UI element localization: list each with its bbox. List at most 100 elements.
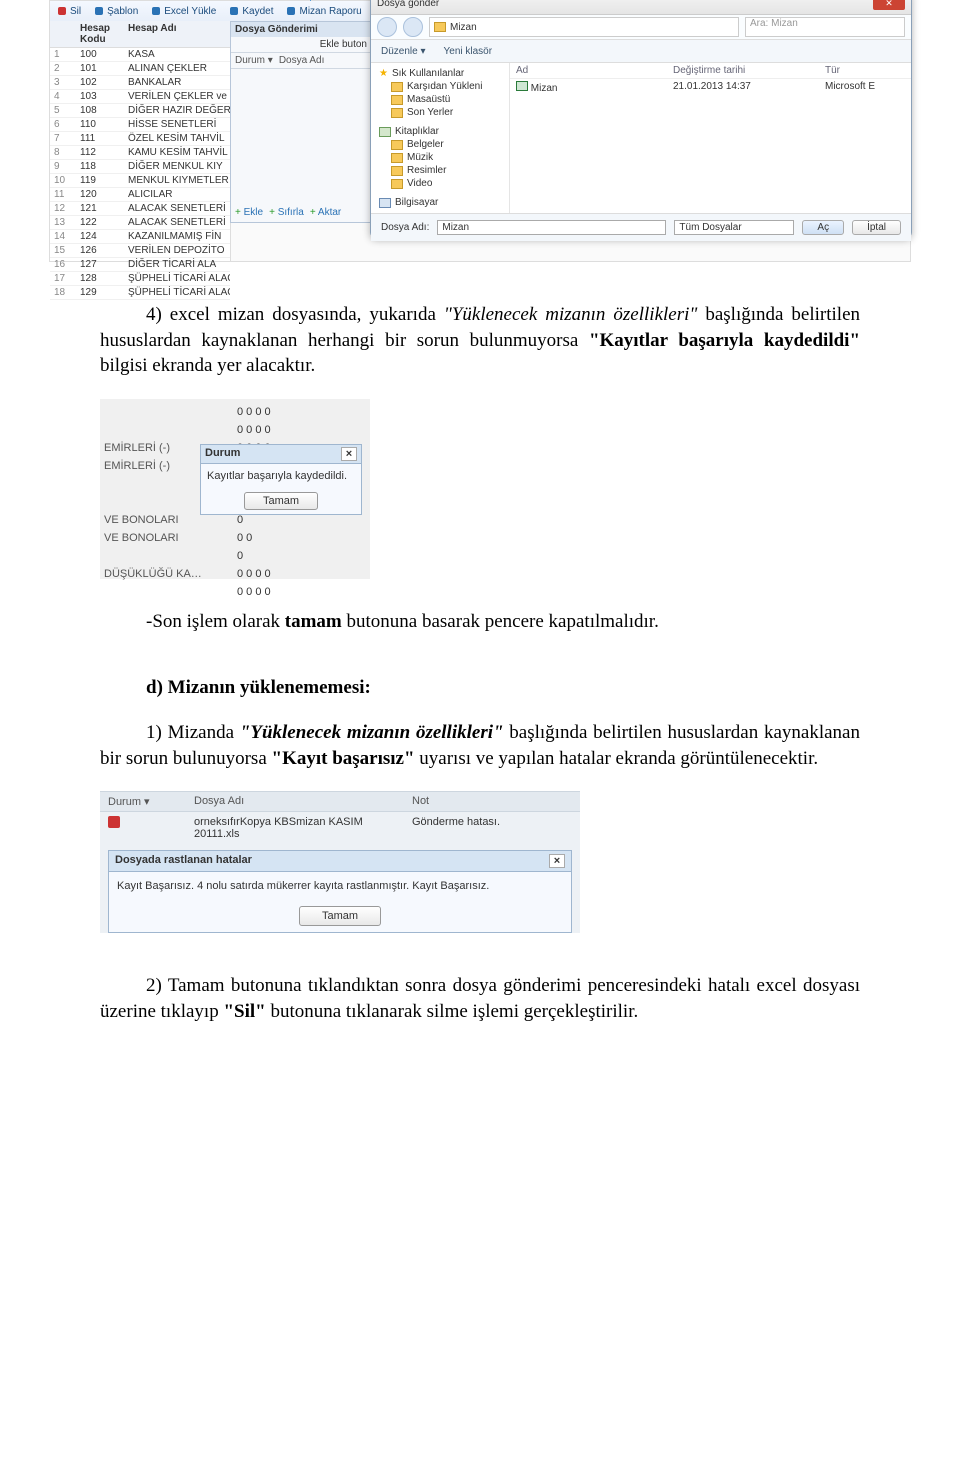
dialog-footer: Tamam	[109, 900, 571, 932]
panel-header-row: Durum ▾ Dosya Adı	[231, 52, 371, 69]
close-icon[interactable]: ×	[549, 854, 565, 868]
aktar-button[interactable]: Aktar	[310, 207, 341, 218]
back-icon[interactable]	[377, 17, 397, 37]
open-button[interactable]: Aç	[802, 220, 844, 235]
file-list: Ad Değiştirme tarihi Tür Mizan 21.01.201…	[510, 63, 911, 213]
bg-row: 0 0 0 0	[104, 583, 366, 601]
file-row[interactable]: Mizan 21.01.2013 14:37 Microsoft E	[510, 79, 911, 96]
cancel-button[interactable]: İptal	[852, 220, 901, 235]
table-row[interactable]: 15126VERİLEN DEPOZİTO	[50, 244, 230, 258]
table-row[interactable]: 11120ALICILAR	[50, 188, 230, 202]
library-icon	[379, 127, 391, 137]
folder-icon	[391, 108, 403, 118]
table-row[interactable]: 10119MENKUL KIYMETLER	[50, 174, 230, 188]
col-hesap-kodu[interactable]: Hesap Kodu	[76, 21, 124, 47]
table-row[interactable]: 8112KAMU KESİM TAHVİL	[50, 146, 230, 160]
error-icon	[108, 816, 120, 828]
heading-d: d) Mizanın yüklenememesi:	[100, 675, 860, 701]
screenshot-app-with-file-dialog: Sil Şablon Excel Yükle Kaydet Mizan Rapo…	[49, 0, 911, 262]
col-durum[interactable]: Durum ▾	[100, 792, 186, 811]
sifirla-button[interactable]: Sıfırla	[269, 207, 304, 218]
table-row[interactable]: 1100KASA	[50, 48, 230, 62]
filename-input[interactable]: Mizan	[437, 220, 666, 235]
excel-yukle-button[interactable]: Excel Yükle	[152, 6, 216, 17]
dialog-titlebar: Dosyada rastlanan hatalar ×	[109, 851, 571, 872]
folder-tree: Sık Kullanılanlar Karşıdan Yükleni Masaü…	[371, 63, 510, 213]
dialog-title: Dosya gönder	[377, 0, 873, 9]
table-row[interactable]: 3102BANKALAR	[50, 76, 230, 90]
paragraph-son-islem: -Son işlem olarak tamam butonuna basarak…	[100, 609, 860, 635]
folder-icon	[391, 95, 403, 105]
dialog-body: Sık Kullanılanlar Karşıdan Yükleni Masaü…	[371, 63, 911, 213]
yeni-klasor-button[interactable]: Yeni klasör	[444, 46, 493, 57]
file-list-header: Ad Değiştirme tarihi Tür	[510, 63, 911, 79]
col-durum[interactable]: Durum ▾	[235, 55, 273, 66]
table-row[interactable]: 16127DİĞER TİCARİ ALA	[50, 258, 230, 272]
dialog-navbar: Mizan Ara: Mizan	[371, 15, 911, 40]
table-row[interactable]: 13122ALACAK SENETLERİ	[50, 216, 230, 230]
table-row[interactable]: 7111ÖZEL KESİM TAHVİL	[50, 132, 230, 146]
col-tur[interactable]: Tür	[819, 63, 911, 78]
forward-icon[interactable]	[403, 17, 423, 37]
bg-row: 0	[104, 547, 366, 565]
sil-button[interactable]: Sil	[58, 6, 81, 17]
duzenle-menu[interactable]: Düzenle ▾	[381, 46, 426, 57]
bg-row: VE BONOLARI0 0	[104, 529, 366, 547]
durum-dialog: Durum × Kayıtlar başarıyla kaydedildi. T…	[200, 444, 362, 515]
computer-icon	[379, 198, 391, 208]
dialog-footer: Tamam	[201, 488, 361, 514]
table-row[interactable]: 18129ŞÜPHELİ TİCARİ ALACAKLAR KARŞILIĞI …	[50, 286, 230, 300]
col-hesap-adi[interactable]: Hesap Adı	[124, 21, 230, 47]
bg-row: 0 0 0 0	[104, 421, 366, 439]
table-row[interactable]: 17128ŞÜPHELİ TİCARİ ALACAKLAR	[50, 272, 230, 286]
table-row[interactable]: 5108DİĞER HAZIR DEĞERL	[50, 104, 230, 118]
table-row[interactable]: 12121ALACAK SENETLERİ	[50, 202, 230, 216]
table-row[interactable]: 9118DİĞER MENKUL KIY	[50, 160, 230, 174]
close-icon[interactable]: ✕	[873, 0, 905, 10]
tree-documents[interactable]: Belgeler	[375, 138, 505, 151]
screenshot-dosyada-rastlanan-hatalar: Durum ▾ Dosya Adı Not orneksıfırKopya KB…	[100, 791, 580, 933]
folder-icon	[391, 153, 403, 163]
table-row[interactable]: 14124KAZANILMAMIŞ FİN	[50, 230, 230, 244]
tree-downloads[interactable]: Karşıdan Yükleni	[375, 80, 505, 93]
close-icon[interactable]: ×	[341, 447, 357, 461]
dialog-title: Durum	[205, 447, 341, 461]
dialog-footer: Dosya Adı: Mizan Tüm Dosyalar Aç İptal	[371, 213, 911, 241]
grid-header: Durum ▾ Dosya Adı Not	[100, 791, 580, 812]
col-dosya-adi[interactable]: Dosya Adı	[279, 55, 325, 66]
tamam-button[interactable]: Tamam	[244, 492, 318, 510]
table-row[interactable]: 2101ALINAN ÇEKLER	[50, 62, 230, 76]
col-dosya-adi[interactable]: Dosya Adı	[186, 792, 404, 811]
table-row[interactable]: 6110HİSSE SENETLERİ	[50, 118, 230, 132]
paragraph-d1: 1) Mizanda "Yüklenecek mizanın özellikle…	[100, 720, 860, 771]
tree-computer[interactable]: Bilgisayar	[375, 196, 505, 209]
ekle-button[interactable]: Ekle	[235, 207, 263, 218]
tree-pictures[interactable]: Resimler	[375, 164, 505, 177]
tree-favorites[interactable]: Sık Kullanılanlar	[375, 67, 505, 80]
sablon-button[interactable]: Şablon	[95, 6, 138, 17]
col-tarih[interactable]: Değiştirme tarihi	[667, 63, 819, 78]
col-no	[50, 21, 76, 47]
tree-desktop[interactable]: Masaüstü	[375, 93, 505, 106]
dialog-titlebar: Dosya gönder ✕	[371, 0, 911, 15]
paragraph-4: 4) excel mizan dosyasında, yukarıda "Yük…	[100, 302, 860, 379]
callout-leader-line	[310, 0, 311, 1]
dialog-message: Kayıt Başarısız. 4 nolu satırda mükerrer…	[109, 872, 571, 900]
tamam-button[interactable]: Tamam	[299, 906, 381, 926]
tree-music[interactable]: Müzik	[375, 151, 505, 164]
tree-recent[interactable]: Son Yerler	[375, 106, 505, 119]
search-input[interactable]: Ara: Mizan	[745, 17, 905, 37]
filetype-select[interactable]: Tüm Dosyalar	[674, 220, 794, 235]
tree-libraries[interactable]: Kitaplıklar	[375, 125, 505, 138]
col-not[interactable]: Not	[404, 792, 580, 811]
mizan-raporu-button[interactable]: Mizan Raporu	[287, 6, 361, 17]
col-ad[interactable]: Ad	[510, 63, 667, 78]
table-header: Hesap Kodu Hesap Adı	[50, 21, 230, 48]
file-open-dialog: Dosya gönder ✕ Mizan Ara: Mizan Düzenle …	[370, 0, 912, 238]
bg-row: 0 0 0 0	[104, 403, 366, 421]
kaydet-button[interactable]: Kaydet	[230, 6, 273, 17]
breadcrumb[interactable]: Mizan	[429, 17, 739, 37]
grid-row[interactable]: orneksıfırKopya KBSmizan KASIM 20111.xls…	[100, 812, 580, 844]
tree-videos[interactable]: Video	[375, 177, 505, 190]
table-row[interactable]: 4103VERİLEN ÇEKLER ve	[50, 90, 230, 104]
